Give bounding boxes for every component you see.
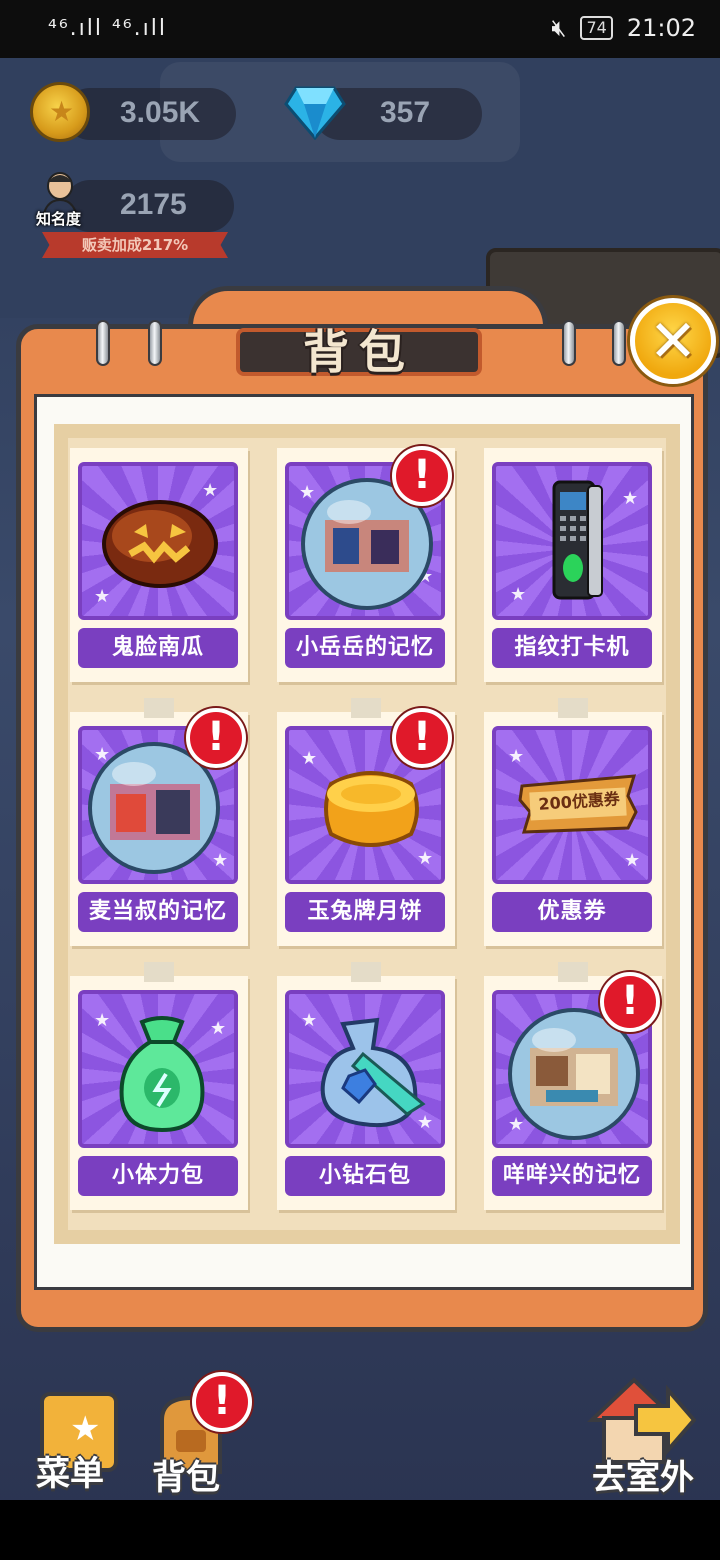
fingerprint-scanner-icon xyxy=(552,480,603,600)
tape-decoration xyxy=(558,962,588,982)
item-name: 鬼脸南瓜 xyxy=(78,628,238,668)
item-name: 小钻石包 xyxy=(285,1156,445,1196)
tape-decoration xyxy=(144,962,174,982)
item-name: 玉兔牌月饼 xyxy=(285,892,445,932)
signal-icons: ⁴⁶.ıll ⁴⁶.ıll xyxy=(48,16,167,41)
status-bar: ⁴⁶.ıll ⁴⁶.ıll 🔇︎ 74 21:02 xyxy=(0,0,720,58)
sell-bonus-text: 贩卖加成217% xyxy=(81,236,189,254)
item-card[interactable]: ★ ★ 小体力包 xyxy=(70,962,248,1210)
fame-amount: 2175 xyxy=(120,188,187,221)
item-card[interactable]: ★ ★ 小钻石包 xyxy=(277,962,455,1210)
new-item-alert-icon: ! xyxy=(186,708,246,768)
item-art: ★ ★ xyxy=(492,462,652,620)
stamina-bag-icon xyxy=(119,1016,205,1133)
system-nav-bar xyxy=(0,1500,720,1560)
item-name: 麦当叔的记忆 xyxy=(78,892,238,932)
bag-alert-icon: ! xyxy=(192,1372,252,1432)
tape-decoration xyxy=(558,698,588,718)
binder-ring xyxy=(96,320,110,366)
item-card[interactable]: ★ ★ 指纹打卡机 xyxy=(484,448,662,682)
diamond-amount: 357 xyxy=(380,96,431,129)
mooncake-icon xyxy=(324,771,419,847)
tape-decoration xyxy=(351,962,381,982)
coin-amount: 3.05K xyxy=(120,96,201,129)
binder-ring xyxy=(612,320,626,366)
bag-button[interactable]: 背包 xyxy=(152,1450,220,1499)
item-name: 小体力包 xyxy=(78,1156,238,1196)
item-art: ★ ★ xyxy=(285,990,445,1148)
binder-ring xyxy=(148,320,162,366)
game-screen: { "status_bar": { "signal": "⁴⁶.ıll ⁴⁶.ı… xyxy=(0,0,720,1560)
tape-decoration xyxy=(351,698,381,718)
close-icon: ✕ xyxy=(648,307,698,375)
panel-title: 背包 xyxy=(303,325,415,379)
item-name: 指纹打卡机 xyxy=(492,628,652,668)
close-button[interactable]: ✕ xyxy=(630,298,716,384)
item-name: 咩咩兴的记忆 xyxy=(492,1156,652,1196)
coin-icon xyxy=(30,82,90,142)
go-outside-button[interactable]: 去室外 xyxy=(592,1450,694,1499)
new-item-alert-icon: ! xyxy=(392,446,452,506)
status-right: 🔇︎ 74 21:02 xyxy=(551,14,696,42)
jack-o-lantern-icon xyxy=(102,500,218,588)
tape-decoration xyxy=(144,698,174,718)
item-art: ★ ★ xyxy=(78,990,238,1148)
clock: 21:02 xyxy=(626,14,696,42)
fame-label: 知名度 xyxy=(36,210,82,228)
new-item-alert-icon: ! xyxy=(600,972,660,1032)
mute-icon: 🔇︎ xyxy=(551,14,567,42)
item-art: ★ ★ xyxy=(78,462,238,620)
sell-bonus-ribbon: 贩卖加成217% xyxy=(42,232,228,258)
svg-text:★: ★ xyxy=(70,1409,100,1449)
item-name: 优惠券 xyxy=(492,892,652,932)
diamond-bag-icon xyxy=(320,1017,426,1128)
item-art: ★ ★ 200优惠券 xyxy=(492,726,652,884)
battery-icon: 74 xyxy=(580,16,613,40)
item-card[interactable]: ★ ★ 200优惠券 优惠券 xyxy=(484,698,662,946)
item-card[interactable]: ★ ★ 鬼脸南瓜 xyxy=(70,448,248,682)
item-name: 小岳岳的记忆 xyxy=(285,628,445,668)
menu-button[interactable]: 菜单 xyxy=(36,1446,104,1495)
new-item-alert-icon: ! xyxy=(392,708,452,768)
diamond-icon xyxy=(284,86,346,140)
binder-ring xyxy=(562,320,576,366)
